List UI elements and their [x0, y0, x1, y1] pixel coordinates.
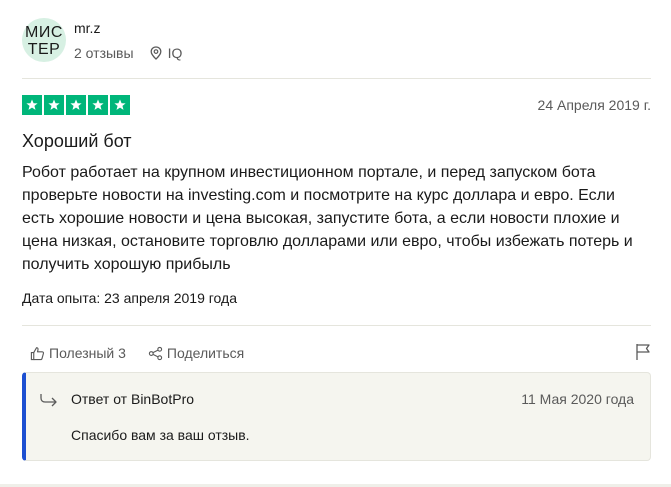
share-label: Поделиться	[166, 345, 245, 361]
review-body-link: investing.com	[188, 187, 286, 204]
reviewer-info: mr.z 2 отзывы IQ	[74, 20, 182, 61]
avatar-initials-line: ТЕР	[27, 41, 61, 58]
reply-text: Спасибо вам за ваш отзыв.	[71, 427, 250, 443]
report-flag-button[interactable]	[635, 343, 651, 364]
header-divider	[22, 78, 651, 79]
star-icon	[88, 95, 108, 115]
star-icon	[44, 95, 64, 115]
reviewer-meta: 2 отзывы IQ	[74, 45, 182, 61]
location-code: IQ	[167, 45, 183, 61]
share-button[interactable]: Поделиться	[148, 345, 244, 361]
experience-date: Дата опыта: 23 апреля 2019 года	[22, 290, 237, 306]
avatar[interactable]: МИС ТЕР	[22, 18, 66, 62]
avatar-initials: МИС ТЕР	[22, 24, 66, 58]
actions-divider	[22, 325, 651, 326]
thumbs-up-icon	[30, 346, 45, 360]
review-card: МИС ТЕР mr.z 2 отзывы IQ 24 Апреля 2019 г…	[0, 0, 671, 487]
reviewer-header: МИС ТЕР mr.z 2 отзывы IQ	[22, 18, 182, 62]
reply-arrow-icon	[40, 393, 58, 412]
reviews-count: 2 отзывы	[74, 45, 134, 61]
useful-label: Полезный 3	[49, 345, 126, 361]
company-reply: Ответ от BinBotPro 11 Мая 2020 года Спас…	[22, 372, 651, 461]
review-title: Хороший бот	[22, 131, 132, 151]
avatar-initials-line: МИС	[25, 24, 63, 41]
reviewer-location: IQ	[150, 45, 183, 61]
review-actions: Полезный 3 Поделиться	[30, 342, 651, 364]
location-pin-icon	[150, 46, 162, 60]
flag-icon	[636, 344, 650, 360]
star-icon	[110, 95, 130, 115]
share-icon	[148, 346, 163, 360]
star-icon	[66, 95, 86, 115]
reply-from: Ответ от BinBotPro	[71, 391, 195, 407]
reviewer-name[interactable]: mr.z	[74, 20, 182, 38]
reply-date: 11 Мая 2020 года	[521, 391, 634, 407]
review-body: Робот работает на крупном инвестиционном…	[22, 164, 633, 273]
star-icon	[22, 95, 42, 115]
review-date: 24 Апреля 2019 г.	[537, 97, 651, 113]
star-rating	[22, 95, 132, 115]
useful-button[interactable]: Полезный 3	[30, 345, 126, 361]
